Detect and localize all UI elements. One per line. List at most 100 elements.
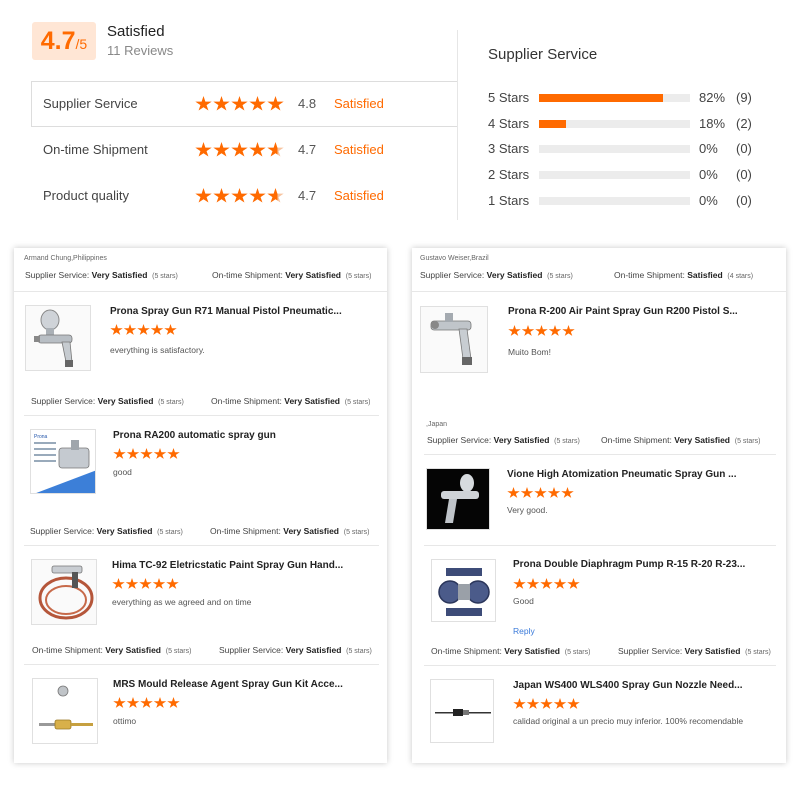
star-icon [195, 142, 212, 157]
product-title[interactable]: Hima TC-92 Eletricstatic Paint Spray Gun… [112, 560, 343, 571]
svc-label: On-time Shipment: [431, 646, 502, 656]
product-thumbnail[interactable] [32, 678, 98, 744]
product-thumbnail[interactable] [426, 468, 490, 530]
product-thumbnail[interactable] [430, 679, 494, 743]
star-icon [231, 142, 248, 157]
svc-stars: (5 stars) [152, 273, 178, 280]
product-thumbnail[interactable]: Prona [30, 429, 96, 494]
review-comment: ottimo [113, 716, 137, 726]
star-icon [213, 142, 230, 157]
automatic-spray-gun-image: Prona [31, 430, 95, 493]
svc-label: On-time Shipment: [211, 396, 282, 406]
distribution-count: (0) [736, 141, 752, 156]
star-icon [267, 188, 284, 203]
star-icon [164, 324, 177, 335]
review-count[interactable]: 11 Reviews [107, 43, 173, 58]
product-title[interactable]: Prona Spray Gun R71 Manual Pistol Pneuma… [110, 306, 342, 317]
overall-label: Satisfied [107, 23, 165, 40]
divider [412, 291, 786, 292]
distribution-bar [539, 145, 690, 153]
divider [24, 415, 379, 416]
svc-label: Supplier Service: [420, 270, 485, 280]
svc-label: Supplier Service: [31, 396, 96, 406]
rating-row-score: 4.8 [298, 96, 317, 111]
svc-value: Very Satisfied [96, 526, 153, 536]
star-icon [267, 96, 284, 111]
star-icon [267, 142, 284, 157]
overall-score: 4.7 [40, 27, 76, 55]
product-thumbnail[interactable] [420, 306, 488, 373]
supplier-service-rating: Supplier Service: Very Satisfied (5 star… [30, 526, 183, 536]
review-stars [112, 578, 180, 590]
product-title[interactable]: Prona R-200 Air Paint Spray Gun R200 Pis… [508, 306, 738, 317]
svc-label: Supplier Service: [618, 646, 683, 656]
svc-stars: (5 stars) [343, 529, 370, 536]
reviewer-name: ,Japan [426, 421, 448, 428]
review-comment: Very good. [507, 505, 548, 515]
distribution-row-3[interactable]: 3 Stars 0% (0) [488, 139, 758, 159]
star-icon [166, 578, 179, 589]
svc-stars: (5 stars) [344, 399, 371, 406]
svc-label: On-time Shipment: [212, 270, 283, 280]
distribution-row-5[interactable]: 5 Stars 82% (9) [488, 88, 758, 108]
star-icon [150, 324, 164, 335]
product-title[interactable]: Japan WS400 WLS400 Spray Gun Nozzle Need… [513, 680, 743, 691]
review-stars [508, 325, 576, 337]
rating-row-label: On-time Shipment [43, 142, 148, 157]
distribution-row-2[interactable]: 2 Stars 0% (0) [488, 165, 758, 185]
rating-row-label: Supplier Service [43, 96, 138, 111]
supplier-service-rating: Supplier Service: Very Satisfied (5 star… [427, 435, 580, 445]
rating-row-supplier-service[interactable]: Supplier Service 4.8 Satisfied [31, 81, 458, 127]
star-icon [562, 325, 575, 336]
nozzle-needle-image [431, 680, 493, 742]
distribution-count: (2) [736, 116, 752, 131]
svc-stars: (4 stars) [727, 273, 754, 280]
star-icon [195, 96, 212, 111]
star-icon [140, 448, 153, 459]
review-comment: calidad original a un precio muy inferio… [513, 716, 744, 726]
divider [24, 664, 379, 665]
star-icon [167, 697, 180, 708]
star-icon [140, 697, 153, 708]
star-rating [195, 142, 285, 158]
svc-stars: (5 stars) [734, 438, 761, 445]
star-icon [547, 487, 561, 498]
svc-value: Very Satisfied [486, 270, 543, 280]
product-title[interactable]: Prona RA200 automatic spray gun [113, 430, 276, 441]
product-title[interactable]: Vione High Atomization Pneumatic Spray G… [507, 469, 736, 480]
product-title[interactable]: Prona Double Diaphragm Pump R-15 R-20 R-… [513, 559, 745, 570]
reply-link[interactable]: Reply [513, 626, 535, 636]
distribution-percent: 0% [699, 141, 718, 156]
distribution-percent: 82% [699, 90, 726, 105]
rating-row-product-quality[interactable]: Product quality 4.7 Satisfied [31, 173, 458, 219]
review-stars [110, 324, 178, 336]
star-icon [153, 697, 167, 708]
distribution-bar [539, 120, 690, 128]
star-icon [521, 325, 535, 336]
review-stars [113, 697, 181, 709]
svc-value: Very Satisfied [285, 645, 342, 655]
star-rating [195, 96, 285, 112]
distribution-bar [539, 171, 690, 179]
rating-row-on-time-shipment[interactable]: On-time Shipment 4.7 Satisfied [31, 127, 458, 173]
supplier-service-rating: Supplier Service: Very Satisfied (5 star… [219, 645, 372, 655]
supplier-service-rating: Supplier Service: Very Satisfied (5 star… [25, 270, 178, 280]
review-stars [113, 448, 181, 460]
star-icon [167, 448, 180, 459]
star-icon [526, 698, 540, 709]
divider [424, 665, 776, 666]
svc-stars: (5 stars) [346, 648, 372, 655]
divider [424, 545, 776, 546]
product-title[interactable]: MRS Mould Release Agent Spray Gun Kit Ac… [113, 679, 343, 690]
review-comment: good [113, 467, 132, 477]
distribution-label: 3 Stars [488, 141, 530, 156]
distribution-row-4[interactable]: 4 Stars 18% (2) [488, 114, 758, 134]
svc-stars: (5 stars) [554, 438, 580, 445]
spray-gun-image [430, 313, 472, 365]
svc-value: Very Satisfied [493, 435, 550, 445]
product-thumbnail[interactable] [31, 559, 97, 625]
product-thumbnail[interactable] [25, 305, 91, 371]
product-thumbnail[interactable] [431, 559, 496, 622]
distribution-title: Supplier Service [488, 46, 598, 63]
distribution-row-1[interactable]: 1 Stars 0% (0) [488, 191, 758, 211]
